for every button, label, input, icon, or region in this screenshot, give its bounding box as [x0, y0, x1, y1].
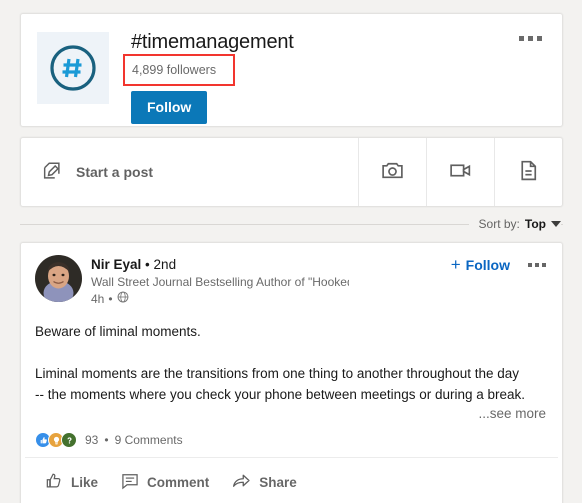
post-body-blank-line: [35, 342, 546, 363]
post-more-options-button[interactable]: [526, 259, 548, 271]
followers-highlight-wrapper: 4,899 followers: [123, 54, 236, 86]
share-button-label: Share: [259, 474, 297, 490]
post-timestamp: 4h: [91, 292, 105, 306]
sort-by-dropdown[interactable]: Sort by: Top: [468, 216, 561, 231]
camera-icon: [380, 158, 405, 186]
sort-row: Sort by: Top: [20, 207, 563, 240]
post-header: Nir Eyal • 2nd Wall Street Journal Bests…: [21, 243, 562, 307]
post-meta-separator: •: [108, 292, 113, 306]
pencil-square-icon: [41, 160, 63, 185]
post-body-line-3: -- the moments where you check your phon…: [35, 387, 526, 402]
reaction-count: 93: [85, 433, 99, 447]
comment-button[interactable]: Comment: [111, 465, 218, 500]
like-button-label: Like: [71, 474, 99, 490]
add-photo-button[interactable]: [358, 138, 426, 206]
hashtag-more-options-button[interactable]: [515, 32, 546, 45]
sort-by-value: Top: [524, 216, 546, 231]
linkedin-hashtag-feed-page: #timemanagement 4,899 followers Follow S…: [0, 0, 582, 503]
post-action-bar: Like Comment Share: [25, 457, 558, 503]
plus-icon: +: [450, 255, 461, 274]
comment-bubble-icon: [120, 471, 140, 494]
globe-icon: [117, 291, 129, 307]
hashtag-info: #timemanagement 4,899 followers Follow: [123, 28, 548, 124]
post-follow-button[interactable]: + Follow: [450, 255, 510, 274]
add-video-button[interactable]: [426, 138, 494, 206]
hashtag-icon: [47, 42, 99, 94]
like-button[interactable]: Like: [35, 465, 107, 500]
post-social-counts[interactable]: 93 • 9 Comments: [21, 421, 562, 457]
reaction-icons: [35, 432, 77, 448]
post-meta: 4h •: [91, 291, 548, 307]
comment-count[interactable]: 9 Comments: [115, 433, 183, 447]
followers-count: 4,899 followers: [132, 63, 217, 77]
hashtag-follow-button[interactable]: Follow: [131, 91, 208, 124]
chevron-down-icon: [551, 220, 561, 227]
sort-by-label: Sort by:: [478, 216, 520, 231]
hashtag-title: #timemanagement: [131, 31, 294, 53]
hashtag-avatar: [37, 32, 109, 104]
curious-icon: [61, 432, 77, 448]
share-button[interactable]: Share: [222, 464, 306, 500]
start-post-button[interactable]: Start a post: [21, 138, 358, 206]
share-arrow-icon: [231, 470, 252, 494]
comment-button-label: Comment: [147, 474, 210, 490]
post-body: Beware of liminal moments. Liminal momen…: [21, 307, 562, 405]
post-body-line-1: Beware of liminal moments.: [35, 324, 201, 339]
post-body-line-2: Liminal moments are the transitions from…: [35, 366, 520, 381]
post-author-name[interactable]: Nir Eyal: [91, 257, 141, 272]
ellipsis-icon: [519, 36, 524, 41]
hashtag-header-card: #timemanagement 4,899 followers Follow: [20, 13, 563, 127]
post-author-headline: Wall Street Journal Bestselling Author o…: [91, 275, 349, 289]
start-post-label: Start a post: [76, 164, 154, 180]
post-follow-label: Follow: [465, 257, 510, 273]
document-icon: [516, 158, 541, 186]
avatar[interactable]: [35, 255, 82, 302]
post-author-degree: 2nd: [153, 257, 177, 272]
feed-post-card: Nir Eyal • 2nd Wall Street Journal Bests…: [20, 242, 563, 503]
post-author-separator: •: [145, 257, 150, 272]
ellipsis-icon: [528, 263, 532, 267]
see-more-button[interactable]: ...see more: [21, 406, 562, 421]
thumbs-up-icon: [44, 471, 64, 494]
post-header-actions: + Follow: [450, 255, 548, 274]
counts-separator: •: [104, 433, 109, 447]
start-post-card: Start a post: [20, 137, 563, 207]
video-camera-icon: [448, 158, 473, 186]
add-document-button[interactable]: [494, 138, 562, 206]
